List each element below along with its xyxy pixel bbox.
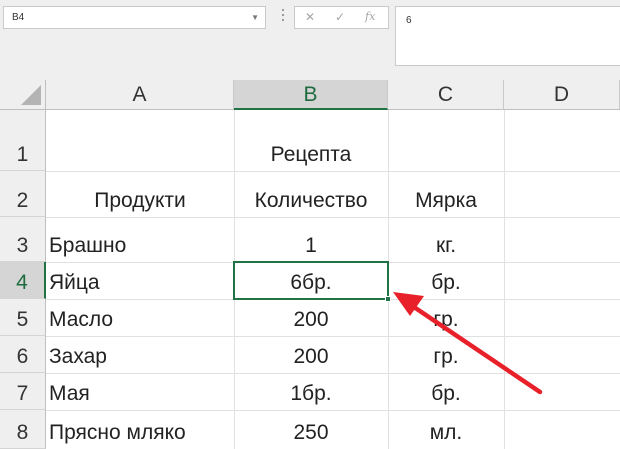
column-header-a[interactable]: A	[46, 80, 234, 110]
recipe-title: Рецепта	[270, 143, 352, 166]
cell-a6[interactable]: Захар	[46, 336, 234, 373]
cell-a3[interactable]: Брашно	[46, 217, 234, 262]
cell-c6[interactable]: гр.	[388, 336, 504, 373]
column-header-d[interactable]: D	[504, 80, 620, 110]
cell-a8[interactable]: Прясно мляко	[46, 410, 234, 449]
cancel-icon[interactable]: ✕	[305, 10, 315, 24]
row-header-label: 3	[16, 234, 29, 257]
insert-function-icon[interactable]: fx	[365, 10, 375, 23]
gridline	[504, 110, 505, 449]
cell-a7[interactable]: Мая	[46, 373, 234, 410]
cell-b5[interactable]: 200	[234, 299, 388, 336]
cell-c4[interactable]: бр.	[388, 262, 504, 299]
chevron-down-icon[interactable]: ▼	[251, 7, 259, 28]
row-header-label: 1	[16, 143, 29, 166]
row-header-label: 6	[16, 345, 29, 368]
cell-a2[interactable]: Продукти	[46, 171, 234, 217]
select-all-icon	[21, 85, 41, 105]
spreadsheet-grid: A B C D 1 2 3 4 5 6 7 8 Рецепта Продукти…	[0, 80, 620, 449]
cell-c2[interactable]: Мярка	[388, 171, 504, 217]
column-header-b[interactable]: B	[234, 80, 388, 110]
formula-buttons: ✕ ✓ fx	[294, 6, 389, 29]
row-header-7[interactable]: 7	[0, 373, 46, 410]
cell-a4[interactable]: Яйца	[46, 262, 234, 299]
cell-b2[interactable]: Количество	[234, 171, 388, 217]
cell-b7[interactable]: 1бр.	[234, 373, 388, 410]
cell-c3[interactable]: кг.	[388, 217, 504, 262]
row-header-6[interactable]: 6	[0, 336, 46, 373]
cell-b3[interactable]: 1	[234, 217, 388, 262]
row-header-label: 2	[16, 189, 29, 212]
row-header-label: 8	[16, 421, 29, 444]
cell-c8[interactable]: мл.	[388, 410, 504, 449]
cell-a5[interactable]: Масло	[46, 299, 234, 336]
cell-b1[interactable]: Рецепта	[234, 110, 388, 171]
select-all-button[interactable]	[0, 80, 46, 110]
row-header-8[interactable]: 8	[0, 410, 46, 449]
row-header-4[interactable]: 4	[0, 262, 46, 299]
row-header-1[interactable]: 1	[0, 110, 46, 171]
formula-input[interactable]: 6	[395, 6, 620, 66]
row-header-5[interactable]: 5	[0, 299, 46, 336]
row-header-3[interactable]: 3	[0, 217, 46, 262]
formula-value: 6	[406, 15, 412, 26]
enter-icon[interactable]: ✓	[335, 10, 345, 24]
row-header-label: 4	[16, 271, 28, 294]
cell-b8[interactable]: 250	[234, 410, 388, 449]
row-header-label: 7	[16, 382, 29, 405]
drag-handle-icon[interactable]	[279, 6, 287, 28]
row-header-2[interactable]: 2	[0, 171, 46, 217]
name-box[interactable]: B4 ▼	[3, 6, 266, 29]
active-cell-border	[233, 261, 389, 300]
formula-strip: B4 ▼ ✕ ✓ fx 6	[0, 0, 620, 80]
column-header-c[interactable]: C	[388, 80, 504, 110]
cell-c7[interactable]: бр.	[388, 373, 504, 410]
cell-b6[interactable]: 200	[234, 336, 388, 373]
name-box-value: B4	[12, 12, 25, 23]
fill-handle[interactable]	[385, 296, 391, 302]
row-header-label: 5	[16, 308, 29, 331]
cell-c5[interactable]: гр.	[388, 299, 504, 336]
